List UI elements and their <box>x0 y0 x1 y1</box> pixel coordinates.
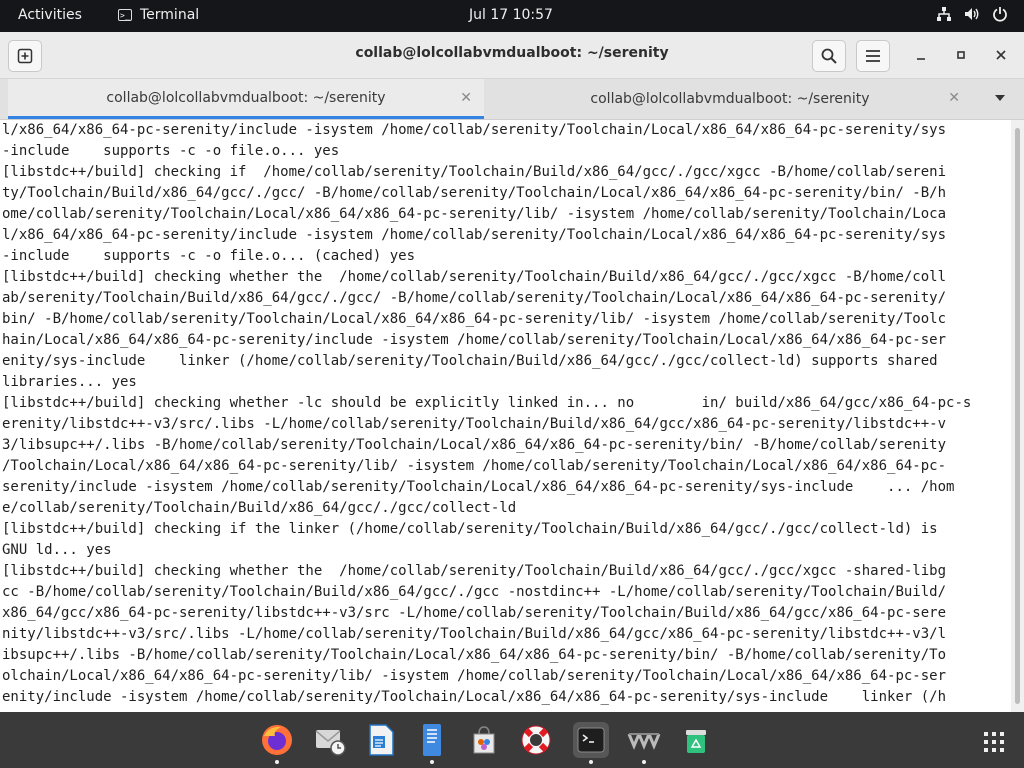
dock-software-store[interactable] <box>466 722 502 758</box>
scrollbar-thumb[interactable] <box>1015 128 1020 704</box>
network-icon[interactable] <box>936 6 952 22</box>
firefox-icon <box>262 725 292 755</box>
search-button[interactable] <box>812 40 846 72</box>
terminal-line: [libstdc++/build] checking if /home/coll… <box>2 164 947 180</box>
terminal-line: bin/ -B/home/collab/serenity/Toolchain/L… <box>2 311 947 327</box>
terminal-line: cc -B/home/collab/serenity/Toolchain/Bui… <box>2 584 947 600</box>
text-editor-icon <box>423 724 441 756</box>
terminal-line: [libstdc++/build] checking whether -lc s… <box>2 395 972 411</box>
dock-help[interactable] <box>518 722 554 758</box>
close-window-button[interactable] <box>985 40 1017 70</box>
system-tray[interactable] <box>936 6 1008 22</box>
terminal-line: ome/collab/serenity/Toolchain/Local/x86_… <box>2 206 947 222</box>
activities-button[interactable]: Activities <box>18 7 82 23</box>
terminal-line: [libstdc++/build] checking whether the /… <box>2 269 947 285</box>
app-menu-label: Terminal <box>140 7 200 23</box>
help-lifebuoy-icon <box>521 725 551 755</box>
tab-terminal-1[interactable]: collab@lolcollabvmdualboot: ~/serenity ✕ <box>8 79 484 119</box>
terminal-line: /Toolchain/Local/x86_64/x86_64-pc-sereni… <box>2 458 947 474</box>
tab-label: collab@lolcollabvmdualboot: ~/serenity <box>590 91 870 107</box>
writer-document-icon <box>369 724 394 756</box>
mail-clock-icon <box>315 730 346 756</box>
maximize-button[interactable] <box>945 40 977 70</box>
terminal-line: x86_64/gcc/x86_64-pc-serenity/libstdc++-… <box>2 605 947 621</box>
terminal-line: 3/libsupc++/.libs -B/home/collab/serenit… <box>2 437 947 453</box>
hamburger-menu-icon <box>866 50 880 62</box>
show-apps-grid-icon[interactable] <box>983 731 1005 753</box>
minimize-button[interactable] <box>905 40 937 70</box>
terminal-line: -include supports -c -o file.o... (cache… <box>2 248 416 264</box>
dock <box>0 712 1024 768</box>
terminal-line: libraries... yes <box>2 374 137 390</box>
volume-icon[interactable] <box>964 6 980 22</box>
terminal-line: enity/include -isystem /home/collab/sere… <box>2 689 947 705</box>
hamburger-menu-button[interactable] <box>856 40 890 72</box>
dock-mail-clock[interactable] <box>312 722 348 758</box>
dock-firefox[interactable] <box>259 722 295 758</box>
terminal-line: l/x86_64/x86_64-pc-serenity/include -isy… <box>2 227 947 243</box>
scrollbar[interactable] <box>1011 120 1024 712</box>
top-bar: Activities >_ Terminal Jul 17 10:57 <box>0 0 1024 32</box>
terminal-line: [libstdc++/build] checking if the linker… <box>2 521 938 537</box>
terminal-line: nity/libstdc++-v3/src/.libs -L/home/coll… <box>2 626 947 642</box>
dock-terminal[interactable] <box>573 722 609 758</box>
trash-recycle-icon <box>686 730 706 753</box>
close-tab-icon[interactable]: ✕ <box>948 90 960 106</box>
terminal-line: serenity/include -isystem /home/collab/s… <box>2 479 955 495</box>
software-store-icon <box>473 726 495 754</box>
terminal-line: hain/Local/x86_64/x86_64-pc-serenity/inc… <box>2 332 947 348</box>
window-header: collab@lolcollabvmdualboot: ~/serenity <box>0 32 1024 79</box>
clock[interactable]: Jul 17 10:57 <box>469 7 553 23</box>
terminal-line: e/collab/serenity/Toolchain/Build/x86_64… <box>2 500 517 516</box>
tab-bar: collab@lolcollabvmdualboot: ~/serenity ✕… <box>0 79 1024 120</box>
minimize-icon <box>917 58 925 60</box>
terminal-app-icon: >_ <box>118 9 132 21</box>
terminal-line: ibsupc++/.libs -B/home/collab/serenity/T… <box>2 647 947 663</box>
close-icon <box>996 50 1006 60</box>
terminal-line: enity/sys-include linker (/home/collab/s… <box>2 353 938 369</box>
terminal-line: erenity/libstdc++-v3/src/.libs -L/home/c… <box>2 416 947 432</box>
terminal-line: l/x86_64/x86_64-pc-serenity/include -isy… <box>2 122 947 138</box>
terminal-line: olchain/Local/x86_64/x86_64-pc-serenity/… <box>2 668 947 684</box>
tab-label: collab@lolcollabvmdualboot: ~/serenity <box>106 89 386 106</box>
virtual-machine-icon <box>627 733 661 750</box>
terminal-line: GNU ld... yes <box>2 542 112 558</box>
terminal-line: ab/serenity/Toolchain/Build/x86_64/gcc/.… <box>2 290 947 306</box>
app-menu-button[interactable]: >_ Terminal <box>118 7 199 23</box>
close-tab-icon[interactable]: ✕ <box>460 90 472 106</box>
maximize-icon <box>957 51 965 59</box>
terminal-line: ty/Toolchain/Build/x86_64/gcc/./gcc/ -B/… <box>2 185 947 201</box>
dock-writer[interactable] <box>363 722 399 758</box>
terminal-line: [libstdc++/build] checking whether the /… <box>2 563 947 579</box>
terminal-icon <box>577 727 605 753</box>
dock-trash[interactable] <box>678 722 714 758</box>
terminal-line: -include supports -c -o file.o... yes <box>2 143 340 159</box>
terminal-output[interactable]: l/x86_64/x86_64-pc-serenity/include -isy… <box>0 120 1011 712</box>
terminal-text: l/x86_64/x86_64-pc-serenity/include -isy… <box>0 120 1011 708</box>
dock-virtual-machine[interactable] <box>626 722 662 758</box>
power-icon[interactable] <box>992 6 1008 22</box>
tab-terminal-2[interactable]: collab@lolcollabvmdualboot: ~/serenity ✕ <box>488 79 972 119</box>
chevron-down-icon[interactable] <box>994 94 1006 102</box>
search-icon <box>821 48 837 64</box>
dock-text-editor[interactable] <box>414 722 450 758</box>
